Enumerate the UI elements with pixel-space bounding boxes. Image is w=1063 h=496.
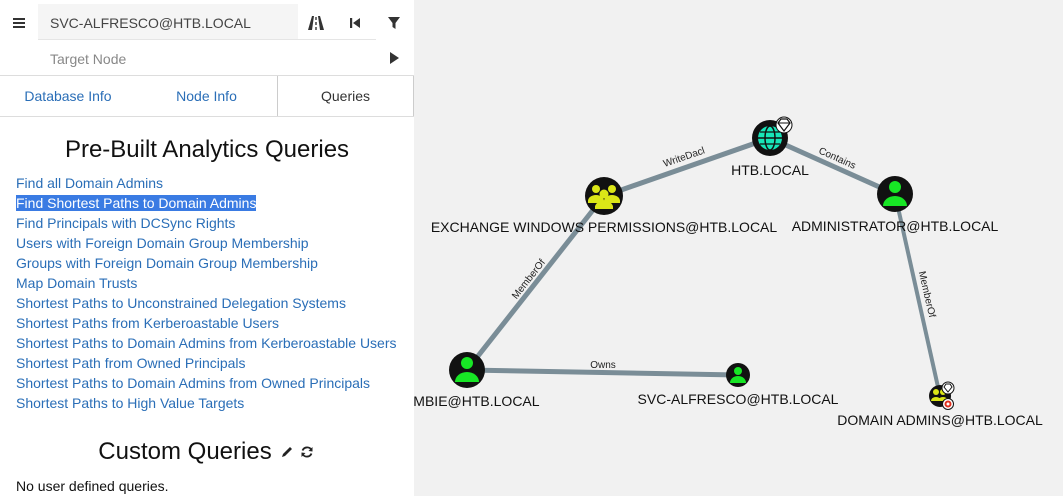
- query-find-all-domain-admins[interactable]: Find all Domain Admins: [16, 174, 411, 194]
- refresh-icon[interactable]: [298, 443, 316, 461]
- query-groups-foreign-domain[interactable]: Groups with Foreign Domain Group Members…: [16, 254, 411, 274]
- diamond-badge-icon: [941, 381, 955, 395]
- node-exchange-windows-permissions[interactable]: EXCHANGE WINDOWS PERMISSIONS@HTB.LOCAL: [431, 177, 778, 235]
- prebuilt-queries-title: Pre-Built Analytics Queries: [64, 136, 350, 163]
- node-label-svc-alfresco: SVC-ALFRESCO@HTB.LOCAL: [638, 391, 839, 407]
- node-svc-alfresco[interactable]: SVC-ALFRESCO@HTB.LOCAL: [638, 363, 839, 407]
- target-node-box: [38, 39, 376, 77]
- filter-icon: [388, 17, 400, 29]
- query-kerberoastable-users[interactable]: Shortest Paths from Kerberoastable Users: [16, 314, 411, 334]
- play-icon: [390, 52, 399, 64]
- node-label-zombie: OMBIE@HTB.LOCAL: [402, 393, 539, 409]
- start-node-input[interactable]: [38, 4, 298, 42]
- query-dcsync-rights[interactable]: Find Principals with DCSync Rights: [16, 214, 411, 234]
- no-custom-queries-text: No user defined queries.: [16, 478, 169, 494]
- query-da-from-owned[interactable]: Shortest Paths to Domain Admins from Own…: [16, 374, 411, 394]
- diamond-badge-icon: [775, 116, 793, 134]
- road-icon: [308, 16, 324, 30]
- node-label-htb-local: HTB.LOCAL: [731, 162, 809, 178]
- node-label-administrator: ADMINISTRATOR@HTB.LOCAL: [792, 218, 999, 234]
- query-map-domain-trusts[interactable]: Map Domain Trusts: [16, 274, 411, 294]
- target-node-row: [0, 39, 414, 77]
- custom-queries-header: Custom Queries: [0, 438, 414, 466]
- query-high-value-targets[interactable]: Shortest Paths to High Value Targets: [16, 394, 411, 414]
- step-backward-icon: [350, 18, 360, 28]
- node-zombie[interactable]: OMBIE@HTB.LOCAL: [402, 352, 540, 409]
- node-administrator[interactable]: ADMINISTRATOR@HTB.LOCAL: [792, 176, 999, 234]
- node-label-exchange: EXCHANGE WINDOWS PERMISSIONS@HTB.LOCAL: [431, 219, 778, 235]
- menu-button[interactable]: [0, 4, 38, 42]
- node-domain-admins[interactable]: DOMAIN ADMINS@HTB.LOCAL: [837, 381, 1043, 428]
- query-owned-principals[interactable]: Shortest Path from Owned Principals: [16, 354, 411, 374]
- target-badge-icon: [942, 398, 954, 410]
- start-node-row: [0, 4, 414, 42]
- node-label-domain-admins: DOMAIN ADMINS@HTB.LOCAL: [837, 412, 1043, 428]
- filter-button[interactable]: [376, 4, 412, 42]
- panel-tabs: Database Info Node Info Queries: [0, 75, 414, 117]
- custom-queries-title: Custom Queries: [98, 438, 272, 465]
- query-shortest-paths-domain-admins[interactable]: Find Shortest Paths to Domain Admins: [16, 194, 411, 214]
- search-panel: Database Info Node Info Queries Pre-Buil…: [0, 0, 414, 496]
- tab-queries[interactable]: Queries: [277, 76, 414, 116]
- hamburger-icon: [13, 18, 25, 28]
- pencil-icon[interactable]: [278, 443, 296, 461]
- pathfinding-button[interactable]: [298, 4, 334, 42]
- query-unconstrained-delegation[interactable]: Shortest Paths to Unconstrained Delegati…: [16, 294, 411, 314]
- tab-node-info[interactable]: Node Info: [136, 76, 277, 116]
- prebuilt-query-list: Find all Domain Admins Find Shortest Pat…: [16, 174, 411, 414]
- back-button[interactable]: [337, 4, 373, 42]
- query-users-foreign-domain[interactable]: Users with Foreign Domain Group Membersh…: [16, 234, 411, 254]
- query-da-from-kerberoastable[interactable]: Shortest Paths to Domain Admins from Ker…: [16, 334, 411, 354]
- edge-label-owns: Owns: [590, 360, 616, 371]
- target-node-input[interactable]: [38, 40, 376, 77]
- tab-database-info[interactable]: Database Info: [0, 76, 136, 116]
- play-button[interactable]: [376, 39, 412, 77]
- start-node-box: [38, 4, 298, 42]
